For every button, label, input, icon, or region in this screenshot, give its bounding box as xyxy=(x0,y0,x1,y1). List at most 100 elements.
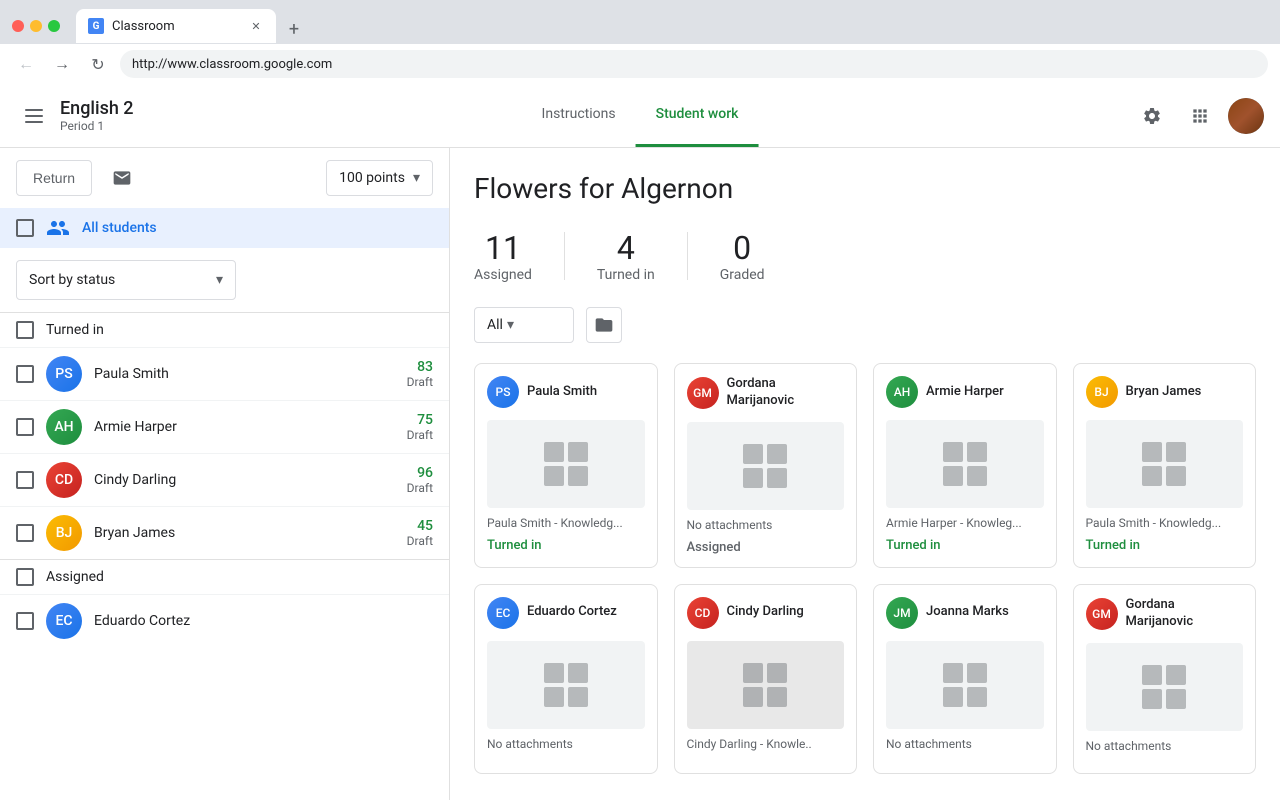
card-status-gordana-2 xyxy=(1074,757,1256,773)
card-status-joanna xyxy=(874,755,1056,771)
card-status-armie: Turned in xyxy=(874,534,1056,565)
student-name-bryan: Bryan James xyxy=(94,525,395,541)
return-button[interactable]: Return xyxy=(16,160,92,196)
sort-row: Sort by status ▾ xyxy=(0,248,449,312)
card-avatar-cindy: CD xyxy=(687,597,719,629)
card-joanna[interactable]: JM Joanna Marks No attachments xyxy=(873,584,1057,774)
card-armie[interactable]: AH Armie Harper Armie Harper - Knowleg..… xyxy=(873,363,1057,568)
sidebar: Return 100 points ▾ All students xyxy=(0,148,450,800)
card-bryan[interactable]: BJ Bryan James Paula Smith - Knowledg... xyxy=(1073,363,1257,568)
student-row-bryan[interactable]: BJ Bryan James 45 Draft xyxy=(0,506,449,559)
content: Flowers for Algernon 11 Assigned 4 Turne… xyxy=(450,148,1280,800)
minimize-window-button[interactable] xyxy=(30,20,42,32)
student-checkbox-cindy[interactable] xyxy=(16,471,34,489)
card-eduardo[interactable]: EC Eduardo Cortez No attachments xyxy=(474,584,658,774)
card-header-paula: PS Paula Smith xyxy=(475,364,657,420)
user-avatar[interactable] xyxy=(1228,98,1264,134)
turned-in-checkbox[interactable] xyxy=(16,321,34,339)
doc-grid-icon xyxy=(739,659,791,711)
card-name-gordana-2: Gordana Marijanovic xyxy=(1126,597,1244,631)
assigned-checkbox[interactable] xyxy=(16,568,34,586)
card-header-gordana: GM Gordana Marijanovic xyxy=(675,364,857,422)
card-gordana-2[interactable]: GM Gordana Marijanovic No attachments xyxy=(1073,584,1257,774)
student-score-bryan: 45 Draft xyxy=(407,518,433,548)
card-thumbnail-gordana xyxy=(687,422,845,510)
card-avatar-joanna: JM xyxy=(886,597,918,629)
card-name-cindy: Cindy Darling xyxy=(727,604,804,621)
folder-button[interactable] xyxy=(586,307,622,343)
card-avatar-gordana-2: GM xyxy=(1086,598,1118,630)
card-name-gordana: Gordana Marijanovic xyxy=(727,376,845,410)
card-thumbnail-armie xyxy=(886,420,1044,508)
card-thumbnail-gordana-2 xyxy=(1086,643,1244,731)
student-row-eduardo[interactable]: EC Eduardo Cortez xyxy=(0,594,449,647)
traffic-lights xyxy=(12,20,60,32)
student-checkbox-armie[interactable] xyxy=(16,418,34,436)
stat-assigned: 11 Assigned xyxy=(474,229,564,283)
doc-grid-icon xyxy=(1138,661,1190,713)
graded-count: 0 xyxy=(733,229,751,267)
assigned-label: Assigned xyxy=(46,569,104,585)
app: English 2 Period 1 Instructions Student … xyxy=(0,84,1280,800)
all-students-checkbox[interactable] xyxy=(16,219,34,237)
student-avatar-armie: AH xyxy=(46,409,82,445)
settings-button[interactable] xyxy=(1132,96,1172,136)
nav-tabs: Instructions Student work xyxy=(522,84,759,147)
card-header-armie: AH Armie Harper xyxy=(874,364,1056,420)
card-paula[interactable]: PS Paula Smith Paula Smith - Knowledg... xyxy=(474,363,658,568)
tab-close-button[interactable]: ✕ xyxy=(248,18,264,34)
brand-title: English 2 xyxy=(60,98,134,119)
maximize-window-button[interactable] xyxy=(48,20,60,32)
card-avatar-paula: PS xyxy=(487,376,519,408)
card-name-armie: Armie Harper xyxy=(926,384,1004,401)
hamburger-menu[interactable] xyxy=(16,98,52,134)
doc-grid-icon xyxy=(739,440,791,492)
student-row-cindy[interactable]: CD Cindy Darling 96 Draft xyxy=(0,453,449,506)
student-checkbox-eduardo[interactable] xyxy=(16,612,34,630)
card-cindy[interactable]: CD Cindy Darling Cindy Darling - Knowle.… xyxy=(674,584,858,774)
reload-button[interactable]: ↻ xyxy=(84,50,112,78)
close-window-button[interactable] xyxy=(12,20,24,32)
forward-button[interactable]: → xyxy=(48,50,76,78)
card-avatar-gordana: GM xyxy=(687,377,719,409)
url-bar[interactable]: http://www.classroom.google.com xyxy=(120,50,1268,78)
student-avatar-cindy: CD xyxy=(46,462,82,498)
card-gordana[interactable]: GM Gordana Marijanovic No attachments xyxy=(674,363,858,568)
browser-titlebar: G Classroom ✕ + xyxy=(0,0,1280,44)
card-thumbnail-cindy xyxy=(687,641,845,729)
card-name-joanna: Joanna Marks xyxy=(926,604,1009,621)
tab-bar: G Classroom ✕ + xyxy=(76,9,1268,43)
turned-in-label-count: Turned in xyxy=(597,267,655,283)
student-avatar-bryan: BJ xyxy=(46,515,82,551)
sort-by-status-select[interactable]: Sort by status ▾ xyxy=(16,260,236,300)
card-header-joanna: JM Joanna Marks xyxy=(874,585,1056,641)
graded-label-count: Graded xyxy=(720,267,765,283)
student-checkbox-bryan[interactable] xyxy=(16,524,34,542)
stats-row: 11 Assigned 4 Turned in 0 Graded xyxy=(474,229,1256,283)
student-row-armie[interactable]: AH Armie Harper 75 Draft xyxy=(0,400,449,453)
student-row-paula[interactable]: PS Paula Smith 83 Draft xyxy=(0,347,449,400)
card-status-paula: Turned in xyxy=(475,534,657,565)
brand-subtitle: Period 1 xyxy=(60,119,134,133)
top-nav: English 2 Period 1 Instructions Student … xyxy=(0,84,1280,148)
back-button[interactable]: ← xyxy=(12,50,40,78)
mail-icon xyxy=(112,168,132,188)
new-tab-button[interactable]: + xyxy=(280,15,308,43)
student-checkbox-paula[interactable] xyxy=(16,365,34,383)
tab-instructions[interactable]: Instructions xyxy=(522,84,636,147)
tab-student-work[interactable]: Student work xyxy=(636,84,759,147)
folder-icon xyxy=(594,315,614,335)
card-filename-paula: Paula Smith - Knowledg... xyxy=(475,508,657,534)
card-name-eduardo: Eduardo Cortez xyxy=(527,604,617,621)
stat-turned-in: 4 Turned in xyxy=(565,229,687,283)
filter-all-select[interactable]: All ▾ xyxy=(474,307,574,343)
browser-tab-classroom[interactable]: G Classroom ✕ xyxy=(76,9,276,43)
cards-grid: PS Paula Smith Paula Smith - Knowledg... xyxy=(474,363,1256,774)
all-students-row[interactable]: All students xyxy=(0,208,449,248)
student-avatar-paula: PS xyxy=(46,356,82,392)
mail-button[interactable] xyxy=(104,160,140,196)
student-name-cindy: Cindy Darling xyxy=(94,472,395,488)
student-score-paula: 83 Draft xyxy=(407,359,433,389)
points-selector[interactable]: 100 points ▾ xyxy=(326,160,433,196)
apps-button[interactable] xyxy=(1180,96,1220,136)
